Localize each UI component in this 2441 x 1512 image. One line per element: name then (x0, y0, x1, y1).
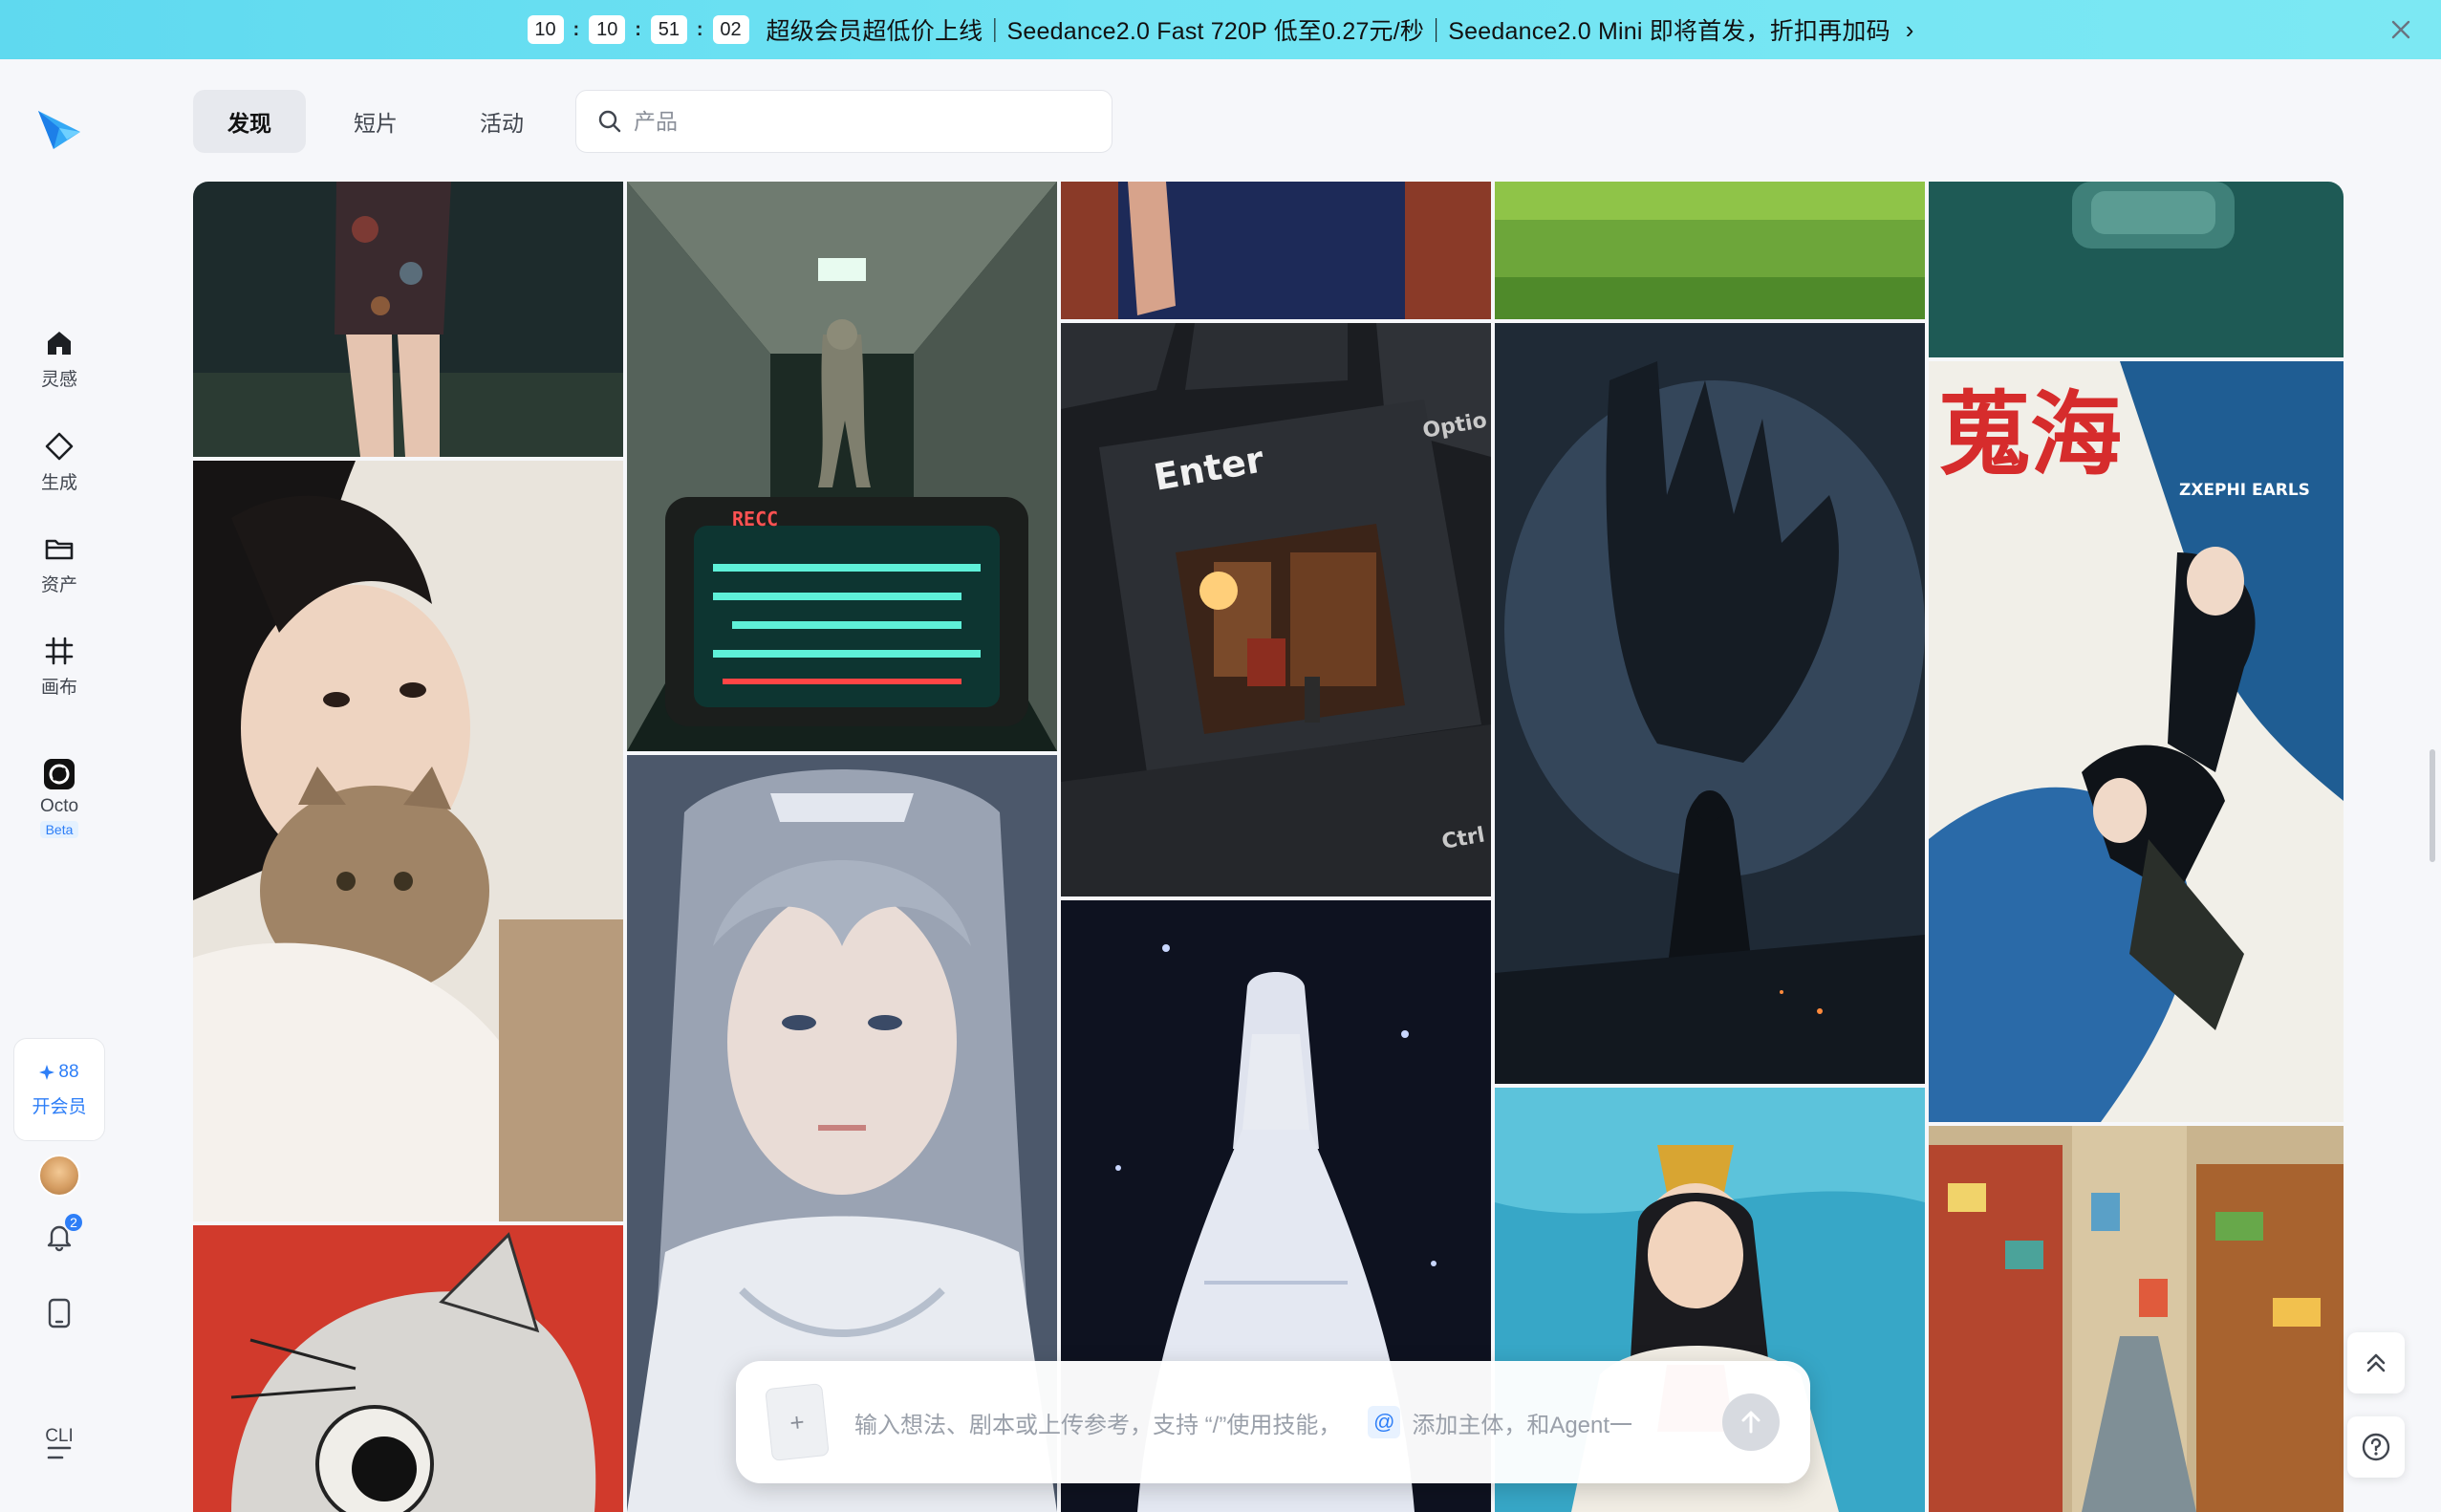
home-icon (48, 331, 71, 355)
at-mention-icon[interactable]: @ (1368, 1406, 1401, 1438)
arrow-up-icon (1741, 1411, 1761, 1434)
gallery-tile-dark-giant-hand[interactable] (1495, 323, 1925, 1084)
frame-icon (45, 637, 74, 664)
page-scrollbar[interactable] (2430, 749, 2435, 862)
rec-overlay-text: RECC (732, 508, 778, 530)
countdown-separator: : (696, 18, 703, 40)
sidebar-item-octo[interactable]: Octo Beta (0, 745, 119, 851)
countdown-minutes: 10 (589, 15, 626, 44)
notification-bell[interactable]: 2 (40, 1212, 84, 1256)
discover-tabs: 发现 短片 活动 (193, 90, 558, 153)
prompt-placeholder[interactable]: 输入想法、剧本或上传参考，支持 “/”使用技能， (854, 1406, 1341, 1439)
upload-reference-button[interactable]: + (765, 1383, 830, 1461)
gallery-tile-girl-with-cat[interactable] (193, 461, 623, 1221)
sidebar-item-label: 画布 (40, 677, 77, 698)
menu-icon (47, 1446, 72, 1459)
app-logo[interactable] (34, 103, 84, 153)
chevron-right-icon[interactable]: › (1906, 15, 1914, 45)
tab-events[interactable]: 活动 (445, 90, 558, 153)
notification-count: 2 (63, 1212, 84, 1233)
search-box[interactable] (575, 90, 1112, 153)
poster-subtitle-text: ZXEPHI EARLS (2179, 481, 2310, 500)
sidebar: 灵感 生成 资产 画布 Octo Beta 88 开会员 2 CLI (0, 59, 119, 1512)
search-icon (598, 110, 621, 133)
send-button[interactable] (1722, 1393, 1780, 1451)
promo-banner[interactable]: 10 : 10 : 51 : 02 超级会员超低价上线｜Seedance2.0 … (0, 0, 2441, 59)
inspiration-gallery: RECC Enter Optio Ctrl 蒐海 ZXEPHI EARLS (193, 182, 2344, 1512)
folder-icon (45, 539, 74, 559)
sidebar-item-label: 生成 (40, 472, 77, 493)
tab-discover[interactable]: 发现 (193, 90, 306, 153)
help-button[interactable] (2347, 1416, 2405, 1478)
close-icon[interactable] (2382, 11, 2420, 49)
poster-title-text: 蒐海 (1938, 380, 2122, 488)
open-vip-button[interactable]: 开会员 (32, 1092, 86, 1118)
sidebar-item-assets[interactable]: 资产 (0, 521, 119, 607)
phone-icon (48, 1298, 71, 1328)
gallery-tile-city-street[interactable] (1929, 1126, 2344, 1512)
scroll-to-top-button[interactable] (2347, 1332, 2405, 1393)
credits-count: 88 (39, 1061, 79, 1083)
gallery-tile-grass[interactable] (1495, 182, 1925, 319)
gallery-tile-green-glass[interactable] (1929, 182, 2344, 357)
gallery-tile-cat-illustration[interactable] (193, 1225, 623, 1512)
avatar[interactable] (38, 1155, 80, 1197)
countdown-separator: : (635, 18, 641, 40)
vip-card[interactable]: 88 开会员 (13, 1038, 105, 1141)
menu-button[interactable] (40, 1434, 78, 1472)
gallery-tile-blue-dress[interactable] (1061, 182, 1491, 319)
sidebar-item-generate[interactable]: 生成 (0, 419, 119, 505)
search-input[interactable] (634, 108, 1073, 135)
countdown-hours: 10 (527, 15, 564, 44)
prompt-placeholder-continued[interactable]: 添加主体，和Agent一 (1412, 1406, 1632, 1439)
countdown-centiseconds: 02 (712, 15, 749, 44)
mobile-app-button[interactable] (40, 1294, 78, 1332)
gallery-tile-keyboard-library[interactable]: Enter Optio Ctrl (1061, 323, 1491, 896)
gallery-tile-manga-poster[interactable]: 蒐海 ZXEPHI EARLS (1929, 361, 2344, 1122)
tab-shorts[interactable]: 短片 (319, 90, 432, 153)
banner-message[interactable]: 超级会员超低价上线｜Seedance2.0 Fast 720P 低至0.27元/… (767, 12, 1890, 47)
diamond-sparkle-icon (45, 432, 74, 460)
countdown-separator: : (572, 18, 580, 40)
prompt-bar[interactable]: + 输入想法、剧本或上传参考，支持 “/”使用技能， @ 添加主体，和Agent… (736, 1361, 1810, 1483)
gallery-tile-horror-corridor[interactable]: RECC (627, 182, 1057, 751)
beta-badge: Beta (39, 821, 79, 838)
sidebar-item-label: 资产 (40, 574, 77, 595)
gallery-tile-qipao[interactable] (193, 182, 623, 457)
credits-value: 88 (58, 1061, 79, 1082)
countdown-seconds: 51 (650, 15, 687, 44)
sidebar-item-label: Octo (39, 796, 79, 816)
sidebar-item-inspiration[interactable]: 灵感 (0, 315, 119, 401)
sparkle-icon (39, 1064, 55, 1080)
sidebar-item-label: 灵感 (40, 369, 77, 390)
double-chevron-up-icon (2366, 1353, 2386, 1372)
help-icon (2362, 1433, 2390, 1461)
sidebar-item-canvas[interactable]: 画布 (0, 623, 119, 709)
octo-icon (44, 759, 75, 789)
